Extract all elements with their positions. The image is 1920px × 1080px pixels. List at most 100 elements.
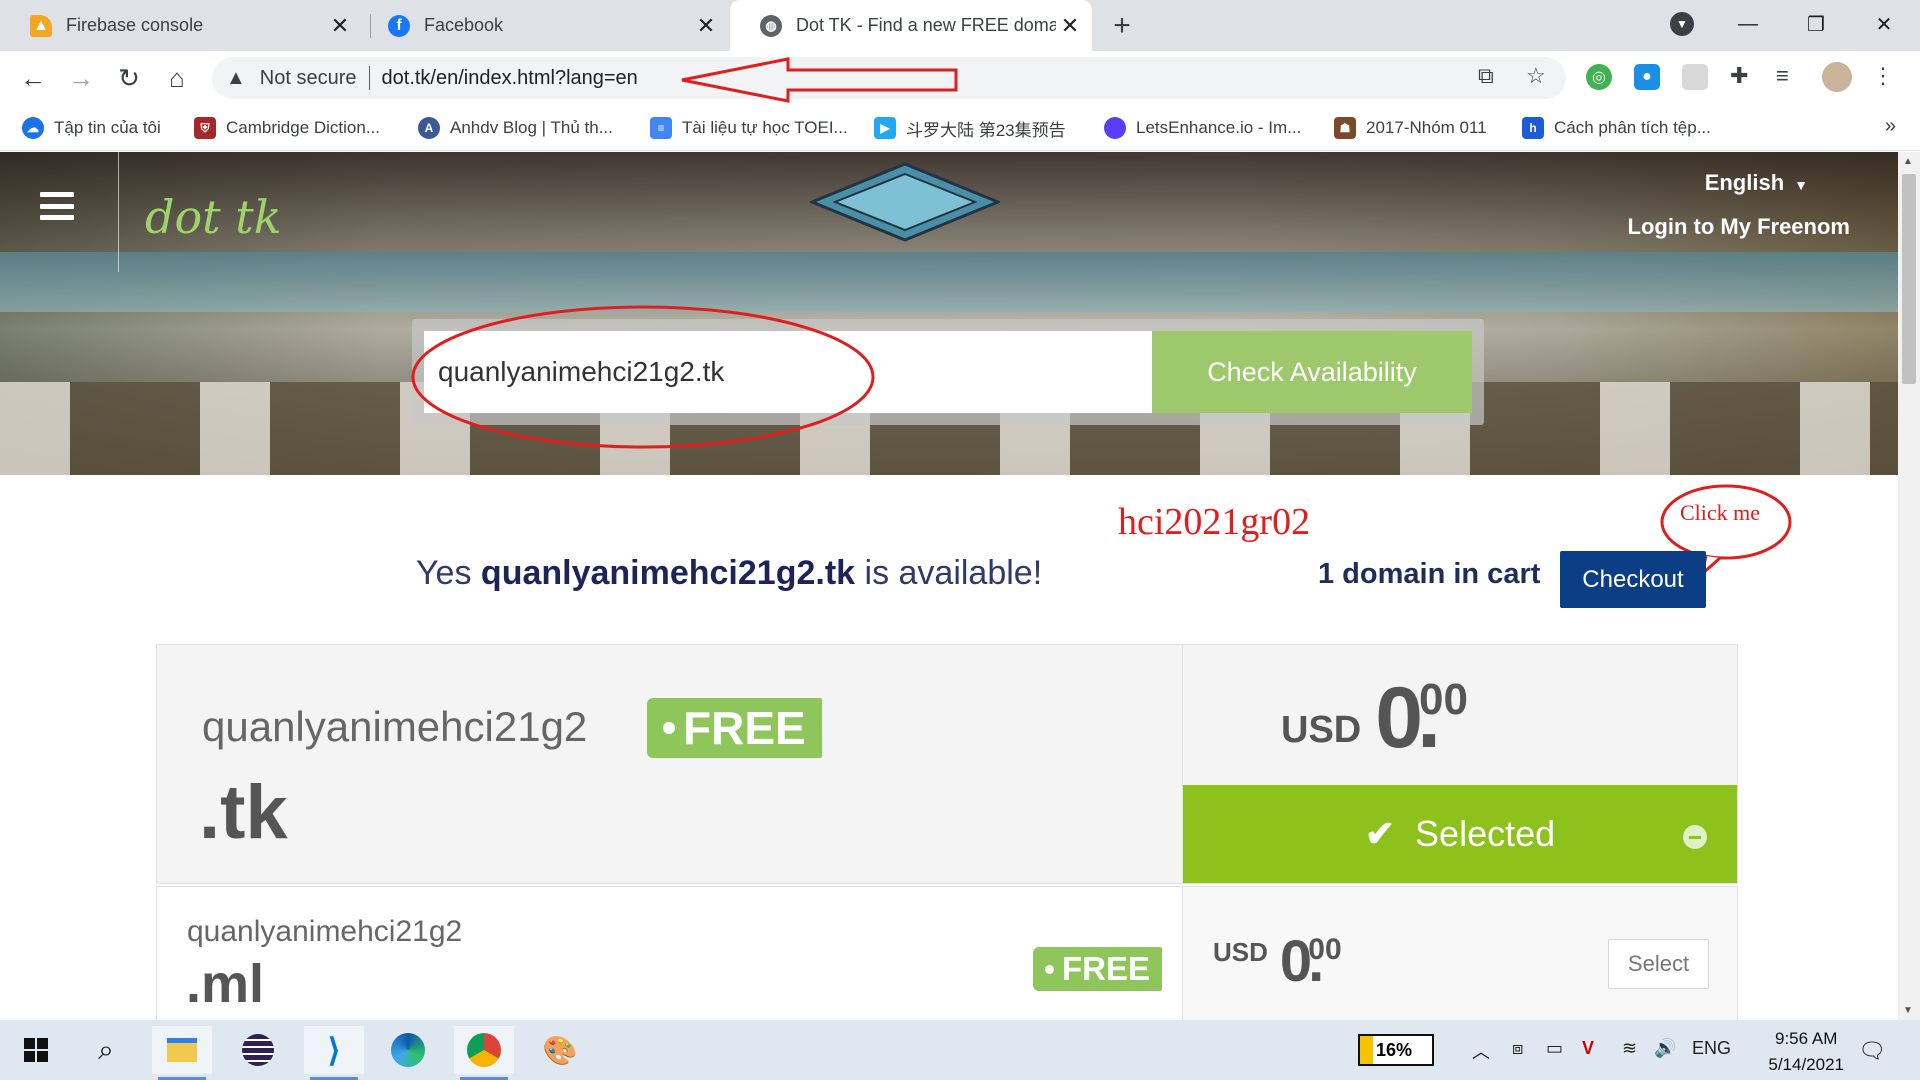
security-label[interactable]: Not secure (260, 67, 357, 90)
login-link[interactable]: Login to My Freenom (1628, 214, 1850, 240)
scroll-down-icon[interactable]: ▼ (1903, 1005, 1913, 1016)
bookmark-item[interactable]: ☁ Tập tin của tôi (22, 113, 161, 143)
warning-icon[interactable]: ▲ (226, 67, 246, 90)
start-button[interactable] (6, 1026, 66, 1074)
available-domain: quanlyanimehci21g2.tk (480, 554, 856, 592)
notification-icon[interactable]: 🗨 (1858, 1038, 1886, 1064)
badge-dot (663, 722, 675, 734)
select-button[interactable]: Select (1608, 939, 1709, 989)
price-cell: USD 0. 00 Select (1182, 887, 1737, 1020)
annotation-group-label: hci2021gr02 (1118, 501, 1311, 543)
bookmark-item[interactable]: ☗ 2017-Nhóm 011 (1334, 113, 1487, 143)
bookmark-item[interactable]: A Anhdv Blog | Thủ th... (418, 113, 613, 143)
menu-kebab-icon[interactable]: ⋮ (1872, 63, 1894, 89)
docs-icon: ≡ (650, 117, 672, 139)
domain-result-row: quanlyanimehci21g2 FREE .tk USD 0. 00 ✔ … (156, 644, 1738, 884)
tab-dot-tk[interactable]: ◍ Dot TK - Find a new FREE domain ✕ (730, 0, 1092, 51)
menu-hamburger-icon[interactable] (40, 192, 74, 220)
chrome-icon[interactable] (454, 1026, 514, 1080)
domain-tld: .ml (186, 954, 265, 1014)
close-tab-icon[interactable]: ✕ (692, 12, 720, 40)
eclipse-icon[interactable] (228, 1026, 288, 1074)
battery-tray-icon[interactable]: ▭ (1546, 1038, 1563, 1059)
video-play-icon: ▶ (874, 117, 896, 139)
wifi-icon[interactable]: ≋ (1622, 1038, 1637, 1059)
media-queue-icon[interactable]: ≡ (1776, 63, 1789, 89)
battery-indicator[interactable]: 16% (1358, 1034, 1434, 1066)
bookmark-label: Tài liệu tự học TOEI... (682, 118, 848, 137)
battery-percent: 16% (1376, 1040, 1413, 1060)
bookmark-item[interactable]: ▶ 斗罗大陆 第23集预告 (874, 113, 1066, 143)
language-label: English (1704, 170, 1785, 195)
extension-grey-icon[interactable] (1682, 64, 1708, 90)
tab-firebase[interactable]: ▲ Firebase console ✕ (0, 0, 362, 51)
price-currency: USD (1213, 937, 1268, 967)
system-clock[interactable]: 9:56 AM 5/14/2021 (1768, 1026, 1844, 1078)
close-tab-icon[interactable]: ✕ (326, 12, 354, 40)
minimize-button[interactable]: — (1726, 6, 1770, 42)
availability-suffix: is available! (855, 554, 1043, 592)
selected-button[interactable]: ✔ Selected (1183, 785, 1737, 883)
cloud-icon: ☁ (22, 117, 44, 139)
translate-icon[interactable]: ⧉ (1478, 63, 1494, 89)
paint-icon[interactable]: 🎨 (530, 1026, 590, 1074)
omnibox-divider (368, 66, 370, 90)
windows-taskbar: ⌕ ⟩ 🎨 16% ︿ ⧈ ▭ V ≋ 🔊 ENG 9:56 AM 5/14/2… (0, 1020, 1920, 1080)
remove-minus-icon[interactable] (1683, 825, 1707, 849)
extension-drop-icon[interactable]: ● (1634, 64, 1660, 90)
reload-icon[interactable]: ↻ (110, 59, 148, 97)
domain-tld: .tk (199, 770, 288, 855)
scroll-thumb[interactable] (1902, 174, 1916, 384)
edge-logo-icon (391, 1033, 425, 1067)
cambridge-shield-icon: ⛨ (194, 117, 216, 139)
close-window-button[interactable]: ✕ (1862, 6, 1906, 42)
file-explorer-icon[interactable] (152, 1026, 212, 1080)
search-icon[interactable]: ⌕ (76, 1026, 136, 1074)
bookmark-label: Cách phân tích tệp... (1554, 118, 1711, 137)
page-content: dot tk English ▼ Login to My Freenom Chec… (0, 152, 1898, 1020)
hero-banner: dot tk English ▼ Login to My Freenom Chec… (0, 152, 1898, 475)
restore-button[interactable]: ❐ (1794, 6, 1838, 42)
page-scrollbar[interactable]: ▲ ▼ (1898, 152, 1920, 1020)
extension-green-icon[interactable]: ◎ (1586, 64, 1612, 90)
bookmark-item[interactable]: ⛨ Cambridge Diction... (194, 113, 380, 143)
bookmark-star-icon[interactable]: ☆ (1526, 63, 1546, 89)
tray-chevron-icon[interactable]: ︿ (1472, 1038, 1490, 1064)
home-icon[interactable]: ⌂ (158, 59, 196, 97)
profile-avatar[interactable] (1822, 62, 1852, 92)
scroll-up-icon[interactable]: ▲ (1903, 156, 1913, 167)
language-selector[interactable]: English ▼ (1705, 170, 1808, 196)
url-text[interactable]: dot.tk/en/index.html?lang=en (382, 67, 638, 90)
bookmark-item[interactable]: h Cách phân tích tệp... (1522, 113, 1711, 143)
checkout-button[interactable]: Checkout (1560, 551, 1706, 608)
vscode-icon[interactable]: ⟩ (304, 1026, 364, 1080)
chevron-down-icon: ▼ (1794, 177, 1808, 193)
price-cell: USD 0. 00 ✔ Selected (1182, 645, 1737, 883)
close-tab-icon[interactable]: ✕ (1056, 12, 1084, 40)
facebook-icon: f (388, 14, 410, 37)
input-language[interactable]: ENG (1692, 1038, 1731, 1059)
extensions-puzzle-icon[interactable]: ✚ (1730, 63, 1748, 89)
bookmark-label: LetsEnhance.io - Im... (1136, 118, 1302, 137)
bookmark-item[interactable]: ≡ Tài liệu tự học TOEI... (650, 113, 848, 143)
bookmarks-overflow-icon[interactable]: » (1885, 115, 1896, 138)
volume-icon[interactable]: 🔊 (1654, 1038, 1676, 1059)
tab-search-icon[interactable]: ▼ (1670, 12, 1694, 36)
bookmark-item[interactable]: LetsEnhance.io - Im... (1104, 113, 1301, 143)
new-tab-button[interactable]: + (1106, 9, 1138, 42)
free-badge: FREE (1033, 947, 1163, 991)
dot-tk-logo[interactable]: dot tk (145, 190, 282, 244)
vpn-icon[interactable]: V (1582, 1038, 1594, 1059)
h-site-icon: h (1522, 117, 1544, 139)
back-icon[interactable]: ← (14, 59, 52, 97)
meet-now-icon[interactable]: ⧈ (1512, 1038, 1523, 1059)
bookmarks-bar: ☁ Tập tin của tôi ⛨ Cambridge Diction...… (0, 105, 1920, 151)
tab-strip: ▲ Firebase console ✕ f Facebook ✕ ◍ Dot … (0, 0, 1920, 51)
tab-title: Facebook (424, 15, 504, 35)
forward-icon[interactable]: → (62, 59, 100, 97)
check-availability-button[interactable]: Check Availability (1152, 331, 1472, 413)
edge-icon[interactable] (378, 1026, 438, 1074)
tab-title: Dot TK - Find a new FREE domain (796, 15, 1056, 35)
tab-facebook[interactable]: f Facebook ✕ (358, 0, 728, 51)
domain-price: USD 0. 00 (1213, 933, 1342, 991)
